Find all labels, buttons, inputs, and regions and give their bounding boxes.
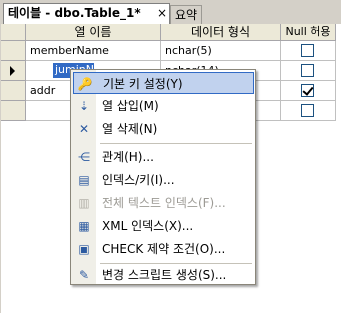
data-type-cell[interactable]: nchar(5)	[161, 41, 281, 61]
menu-item-insert-column[interactable]: ⇣ 열 삽입(M)	[73, 95, 254, 117]
xml-index-icon: ▦	[78, 219, 90, 233]
menu-item-label: 변경 스크립트 생성(S)...	[102, 268, 227, 282]
table-row[interactable]: memberName nchar(5)	[1, 41, 337, 61]
check-constraint-icon: ▣	[78, 242, 90, 256]
row-selector[interactable]	[1, 101, 26, 121]
row-selector-header	[1, 24, 26, 41]
menu-item-label: 전체 텍스트 인덱스(F)...	[102, 196, 226, 210]
column-name-cell[interactable]: memberName	[26, 41, 161, 61]
menu-item-check-constraints[interactable]: ▣ CHECK 제약 조건(O)...	[73, 238, 254, 260]
generate-script-icon: ✎	[78, 268, 90, 282]
tab-table-designer[interactable]: 테이블 - dbo.Table_1* ×	[3, 3, 170, 24]
menu-item-set-primary-key[interactable]: 🔑 기본 키 설정(Y)	[73, 72, 254, 94]
allow-nulls-cell[interactable]	[281, 61, 336, 81]
allow-nulls-cell[interactable]	[281, 101, 336, 121]
menu-item-indexes-keys[interactable]: ▤ 인덱스/키(I)...	[73, 169, 254, 191]
menu-item-label: 관계(H)...	[102, 150, 154, 164]
allow-nulls-checkbox[interactable]	[301, 44, 314, 57]
menu-item-label: CHECK 제약 조건(O)...	[102, 242, 226, 256]
menu-item-label: 기본 키 설정(Y)	[103, 77, 183, 91]
delete-column-icon: ✕	[78, 122, 90, 136]
close-icon[interactable]: ×	[157, 4, 167, 22]
insert-column-icon: ⇣	[78, 99, 90, 113]
relationship-icon: ⋲	[78, 150, 90, 164]
menu-item-label: 인덱스/키(I)...	[102, 173, 175, 187]
allow-nulls-checkbox[interactable]	[301, 64, 314, 77]
key-icon: 🔑	[77, 77, 93, 91]
document-tabstrip: 테이블 - dbo.Table_1* × 요약	[0, 0, 341, 24]
allow-nulls-cell[interactable]	[281, 41, 336, 61]
fulltext-index-icon: ▥	[78, 196, 90, 210]
allow-nulls-cell[interactable]	[281, 81, 336, 101]
allow-nulls-checkbox[interactable]	[301, 104, 314, 117]
row-selector[interactable]	[1, 41, 26, 61]
column-header-datatype: 데이터 형식	[161, 24, 281, 41]
row-selector[interactable]	[1, 81, 26, 101]
menu-item-label: 열 삭제(N)	[102, 122, 158, 136]
menu-item-label: 열 삽입(M)	[102, 99, 159, 113]
menu-item-xml-index[interactable]: ▦ XML 인덱스(X)...	[73, 215, 254, 237]
column-header-allow-nulls: Null 허용	[281, 24, 336, 41]
column-header-name: 열 이름	[26, 24, 161, 41]
tab-summary[interactable]: 요약	[170, 5, 202, 24]
menu-item-label: XML 인덱스(X)...	[102, 219, 194, 233]
menu-item-generate-change-script[interactable]: ✎ 변경 스크립트 생성(S)...	[73, 264, 254, 286]
tab-label: 테이블 - dbo.Table_1*	[8, 6, 141, 20]
context-menu: 🔑 기본 키 설정(Y) ⇣ 열 삽입(M) ✕ 열 삭제(N) ⋲ 관계(H)…	[70, 69, 256, 285]
menu-item-delete-column[interactable]: ✕ 열 삭제(N)	[73, 118, 254, 140]
row-selector[interactable]	[1, 61, 26, 81]
menu-item-relationships[interactable]: ⋲ 관계(H)...	[73, 146, 254, 168]
menu-item-fulltext-index: ▥ 전체 텍스트 인덱스(F)...	[73, 192, 254, 214]
current-row-arrow-icon	[10, 66, 15, 76]
index-key-icon: ▤	[78, 173, 90, 187]
tab-label: 요약	[175, 8, 198, 22]
allow-nulls-checkbox[interactable]	[301, 84, 314, 97]
menu-separator	[100, 143, 252, 144]
